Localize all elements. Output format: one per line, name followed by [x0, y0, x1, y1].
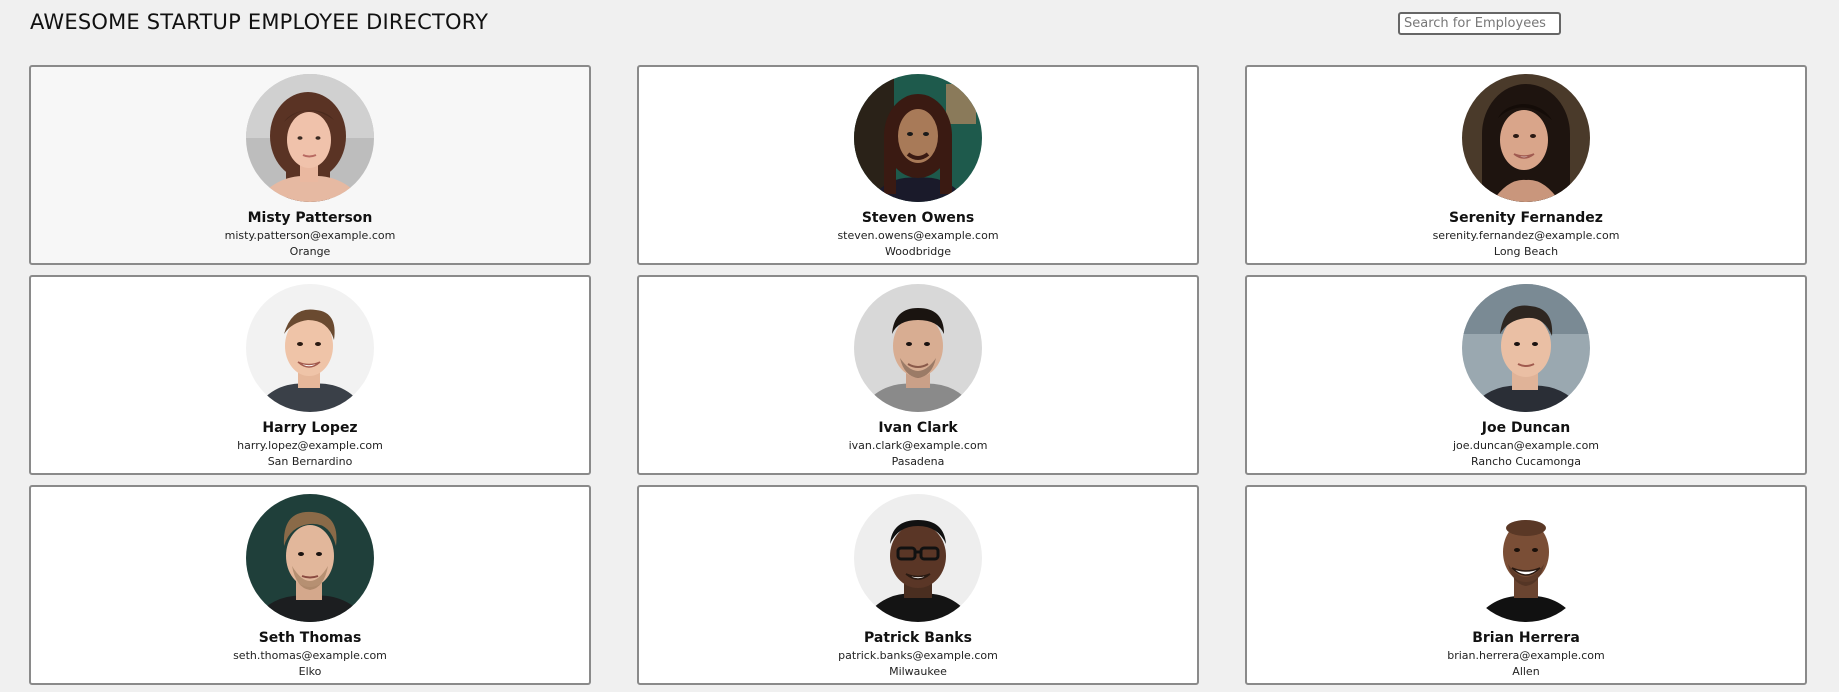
- employee-name: Seth Thomas: [258, 630, 362, 646]
- employee-card[interactable]: Misty Patterson misty.patterson@example.…: [29, 65, 591, 265]
- employee-avatar: [854, 284, 982, 412]
- employee-card[interactable]: Ivan Clark ivan.clark@example.com Pasade…: [637, 275, 1199, 475]
- employee-name: Steven Owens: [861, 210, 975, 226]
- employee-card[interactable]: Joe Duncan joe.duncan@example.com Rancho…: [1245, 275, 1807, 475]
- employee-city: Long Beach: [1493, 245, 1559, 258]
- employee-email: serenity.fernandez@example.com: [1432, 229, 1620, 242]
- employee-email: joe.duncan@example.com: [1452, 439, 1600, 452]
- search-input[interactable]: [1398, 12, 1561, 35]
- employee-card[interactable]: Serenity Fernandez serenity.fernandez@ex…: [1245, 65, 1807, 265]
- page-header: AWESOME STARTUP EMPLOYEE DIRECTORY: [0, 0, 1839, 50]
- employee-email: harry.lopez@example.com: [237, 439, 383, 452]
- employee-avatar: [854, 74, 982, 202]
- page-title: AWESOME STARTUP EMPLOYEE DIRECTORY: [30, 10, 489, 34]
- employee-email: ivan.clark@example.com: [848, 439, 988, 452]
- employee-avatar: [854, 494, 982, 622]
- employee-city: Allen: [1512, 665, 1540, 678]
- employee-email: brian.herrera@example.com: [1447, 649, 1605, 662]
- employee-name: Misty Patterson: [247, 210, 373, 226]
- employee-email: steven.owens@example.com: [837, 229, 999, 242]
- employee-grid: Misty Patterson misty.patterson@example.…: [29, 65, 1807, 685]
- employee-avatar: [1462, 74, 1590, 202]
- employee-avatar: [246, 494, 374, 622]
- employee-card[interactable]: Seth Thomas seth.thomas@example.com Elko: [29, 485, 591, 685]
- employee-name: Serenity Fernandez: [1449, 210, 1603, 226]
- employee-city: Woodbridge: [885, 245, 951, 258]
- employee-city: San Bernardino: [267, 455, 353, 468]
- employee-card[interactable]: Brian Herrera brian.herrera@example.com …: [1245, 485, 1807, 685]
- employee-city: Pasadena: [891, 455, 945, 468]
- employee-avatar: [1462, 284, 1590, 412]
- employee-card[interactable]: Steven Owens steven.owens@example.com Wo…: [637, 65, 1199, 265]
- employee-card[interactable]: Harry Lopez harry.lopez@example.com San …: [29, 275, 591, 475]
- employee-email: patrick.banks@example.com: [838, 649, 998, 662]
- employee-name: Harry Lopez: [262, 420, 358, 436]
- employee-city: Orange: [289, 245, 331, 258]
- employee-name: Ivan Clark: [878, 420, 958, 436]
- employee-avatar: [246, 284, 374, 412]
- employee-email: misty.patterson@example.com: [224, 229, 396, 242]
- employee-avatar: [246, 74, 374, 202]
- employee-name: Joe Duncan: [1481, 420, 1571, 436]
- employee-city: Rancho Cucamonga: [1471, 455, 1581, 468]
- employee-name: Brian Herrera: [1472, 630, 1580, 646]
- employee-avatar: [1462, 494, 1590, 622]
- employee-card[interactable]: Patrick Banks patrick.banks@example.com …: [637, 485, 1199, 685]
- employee-name: Patrick Banks: [864, 630, 972, 646]
- employee-city: Elko: [298, 665, 322, 678]
- employee-city: Milwaukee: [889, 665, 947, 678]
- employee-email: seth.thomas@example.com: [233, 649, 387, 662]
